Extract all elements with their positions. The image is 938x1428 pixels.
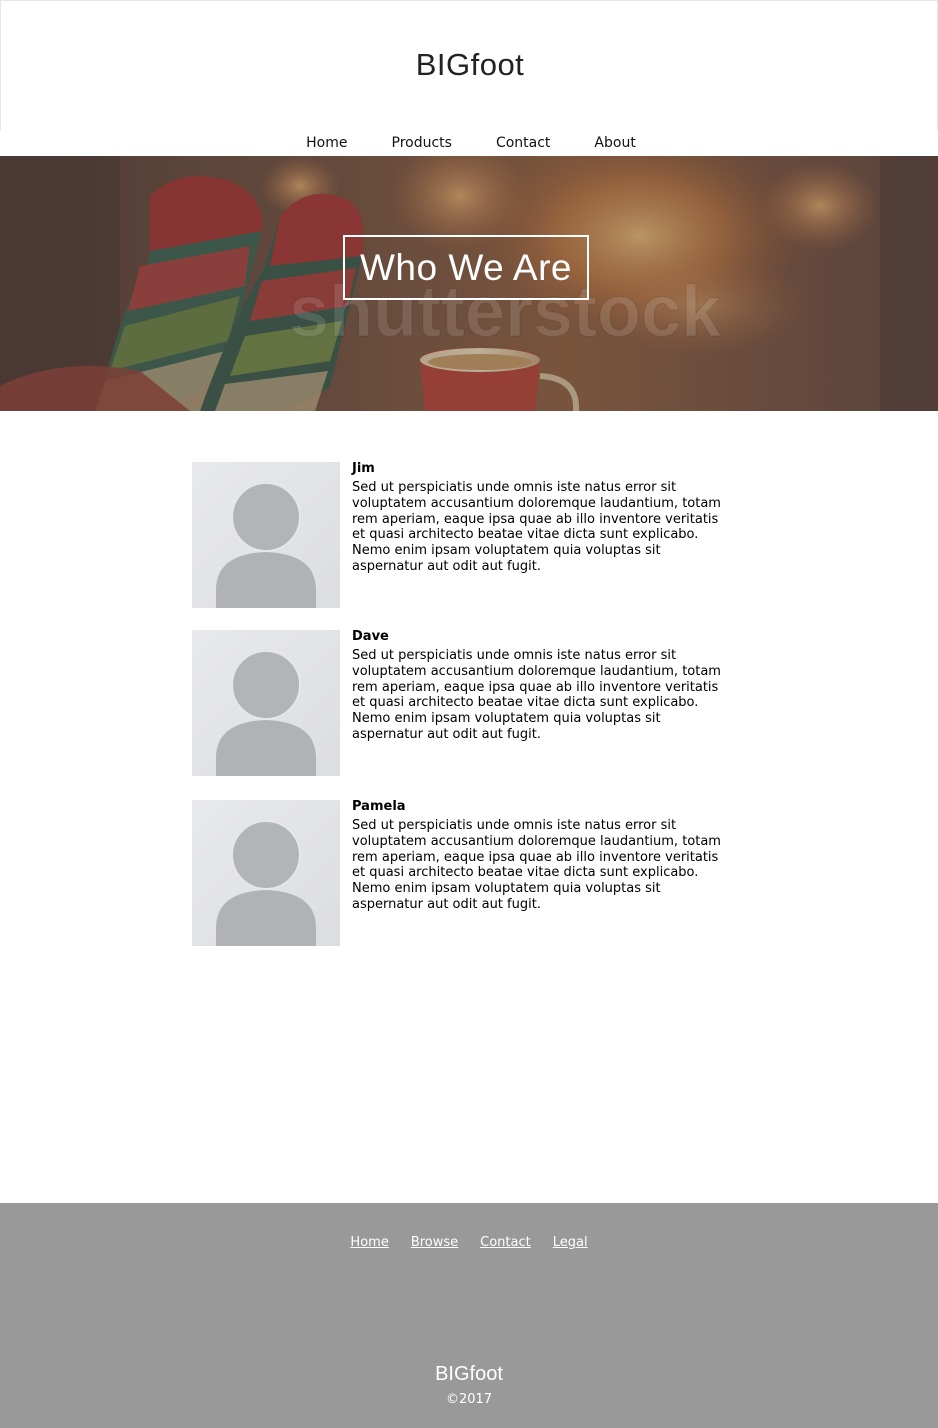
copyright-text: ©2017 <box>445 1392 493 1407</box>
team-member-card: Dave Sed ut perspiciatis unde omnis iste… <box>192 630 752 776</box>
footer-logo: BIGfoot <box>435 1363 503 1385</box>
avatar-placeholder-icon <box>192 630 340 776</box>
hero-banner: shutterstock Who We Are <box>0 156 938 411</box>
team-member-card: Pamela Sed ut perspiciatis unde omnis is… <box>192 800 752 946</box>
footer-home-link[interactable]: Home <box>350 1235 388 1250</box>
site-logo[interactable]: BIGfoot <box>1 47 938 83</box>
nav-products-link[interactable]: Products <box>392 135 452 151</box>
team-member-card: Jim Sed ut perspiciatis unde omnis iste … <box>192 462 752 608</box>
hero-title-frame: Who We Are <box>343 235 589 300</box>
avatar-placeholder-icon <box>192 462 340 608</box>
avatar-placeholder-icon <box>192 800 340 946</box>
footer-nav: Home Browse Contact Legal <box>0 1235 938 1250</box>
team-member-info: Dave Sed ut perspiciatis unde omnis iste… <box>352 630 732 743</box>
team-member-bio: Sed ut perspiciatis unde omnis iste natu… <box>352 480 721 574</box>
footer-contact-link[interactable]: Contact <box>480 1235 531 1250</box>
team-member-info: Jim Sed ut perspiciatis unde omnis iste … <box>352 462 732 575</box>
team-member-bio: Sed ut perspiciatis unde omnis iste natu… <box>352 818 721 912</box>
team-member-bio: Sed ut perspiciatis unde omnis iste natu… <box>352 648 721 742</box>
nav-home-link[interactable]: Home <box>306 135 347 151</box>
nav-contact-link[interactable]: Contact <box>496 135 550 151</box>
team-member-name: Jim <box>352 461 375 476</box>
nav-about-link[interactable]: About <box>594 135 635 151</box>
main-nav: Home Products Contact About <box>0 130 938 156</box>
footer-browse-link[interactable]: Browse <box>411 1235 458 1250</box>
site-header: BIGfoot <box>0 0 938 130</box>
team-member-info: Pamela Sed ut perspiciatis unde omnis is… <box>352 800 732 913</box>
team-member-name: Dave <box>352 629 389 644</box>
team-member-name: Pamela <box>352 799 406 814</box>
site-footer: Home Browse Contact Legal BIGfoot ©2017 <box>0 1203 938 1428</box>
footer-legal-link[interactable]: Legal <box>553 1235 588 1250</box>
hero-title: Who We Are <box>359 246 572 288</box>
